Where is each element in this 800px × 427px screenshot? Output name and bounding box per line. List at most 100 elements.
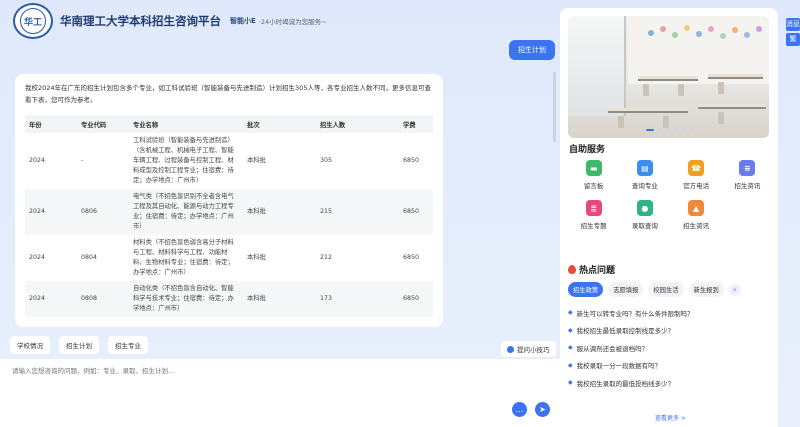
tab-policy[interactable]: 招生政策 [568, 282, 604, 297]
cell-name: 材料类（不招色盲色弱含高分子材料与工程、材料科学与工程、功能材料、生物材料专业；… [133, 239, 234, 276]
cell-batch: 本科批 [247, 295, 266, 302]
banner-chair [718, 112, 724, 124]
wall-decor [684, 25, 690, 31]
service-label: 招生资讯 [734, 182, 761, 190]
banner-chair [643, 84, 649, 96]
service-label: 查询专业 [631, 182, 658, 190]
hot-question[interactable]: ◆ 我校招生最低录取控制线是多少？ [568, 322, 768, 340]
banner-chair [618, 116, 624, 128]
cell-year: 2024 [29, 208, 46, 215]
cell-count: 305 [320, 157, 333, 164]
quick-majors[interactable]: 招生专业 [108, 336, 148, 354]
cell-year: 2024 [29, 295, 46, 302]
self-service-grid: ▬ 留言板 ▤ 查询专业 ☎ 官方电话 ≡ 招生资讯 ≣ 招生专题 ● 录取查询… [568, 160, 773, 230]
right-panel: 自助服务 ▬ 留言板 ▤ 查询专业 ☎ 官方电话 ≡ 招生资讯 ≣ 招生专题 ●… [560, 8, 778, 427]
platform-title: 华南理工大学本科招生咨询平台 [60, 14, 221, 28]
service-phone[interactable]: ☎ 官方电话 [671, 160, 722, 190]
hot-question[interactable]: ◆ 我校录取一分一段数据有吗？ [568, 357, 768, 375]
carousel-indicators [646, 129, 694, 131]
bullet-icon: ◆ [568, 309, 573, 317]
logo-text: 华工 [20, 8, 46, 34]
service-topic[interactable]: ≣ 招生专题 [568, 200, 619, 230]
table-row: 2024 0804 材料类（不招色盲色弱含高分子材料与工程、材料科学与工程、功能… [25, 235, 433, 281]
cell-fee: 6850 [403, 157, 420, 164]
service-label: 招生专题 [580, 222, 607, 230]
tab-application[interactable]: 志愿填报 [608, 282, 644, 297]
tips-button[interactable]: 提问小技巧 [501, 341, 556, 357]
question-text: 我校招生最低录取控制线是多少？ [576, 327, 675, 336]
phone-icon: ☎ [688, 160, 705, 176]
header-name: 专业名称 [129, 115, 243, 133]
campus-banner[interactable] [568, 16, 769, 138]
carousel-dot[interactable] [682, 129, 686, 131]
slogan: ·24小时竭诚为您服务~ [258, 18, 327, 26]
service-message-board[interactable]: ▬ 留言板 [568, 160, 619, 190]
service-label: 录取查询 [631, 222, 658, 230]
cell-code: 0808 [81, 295, 98, 302]
quick-school-info[interactable]: 学校情况 [10, 336, 50, 354]
hot-question[interactable]: ◆ 新生可以转专业吗？有什么条件限制吗？ [568, 304, 768, 322]
carousel-dot[interactable] [658, 129, 662, 131]
table-header-row: 年份 专业代码 专业名称 批次 招生人数 学费 [25, 115, 433, 133]
hot-tabs: 招生政策 志愿填报 校园生活 新生报到 » [568, 282, 741, 297]
hot-question[interactable]: ◆ 我校招生录取的最低投档线多少？ [568, 374, 768, 392]
table-row: 2024 0806 电气类（不招色盲识别不全者含电气工程及其自动化、能源与动力工… [25, 189, 433, 235]
topic-icon: ≣ [585, 200, 602, 216]
header-fee: 学费 [399, 115, 433, 133]
cell-count: 215 [320, 208, 333, 215]
wall-decor [660, 26, 666, 32]
banner-chair [663, 116, 669, 128]
carousel-dot[interactable] [666, 129, 670, 131]
header-year: 年份 [25, 115, 77, 133]
service-label: 官方电话 [683, 182, 710, 190]
cell-fee: 6850 [403, 295, 420, 302]
cell-fee: 6850 [403, 254, 420, 261]
hot-questions-header: 热点问题 [568, 263, 615, 276]
chat-area: 招生计划 我校2024年在广东的招生计划包含多个专业，如工科试验班（智能装备与先… [10, 32, 560, 338]
wall-decor [648, 30, 654, 36]
banner-table [608, 108, 688, 113]
carousel-dot[interactable] [690, 129, 694, 131]
wall-decor [708, 26, 714, 32]
tab-freshman[interactable]: 新生报到 [688, 282, 724, 297]
bullet-icon: ◆ [568, 379, 573, 387]
carousel-dot[interactable] [646, 129, 654, 131]
banner-table [708, 74, 763, 79]
news-icon: ≡ [739, 160, 756, 176]
user-message: 招生计划 [509, 40, 555, 60]
cell-code: 0804 [81, 254, 98, 261]
carousel-dot[interactable] [674, 129, 678, 131]
bot-answer: 我校2024年在广东的招生计划包含多个专业，如工科试验班（智能装备与先进制造）计… [15, 74, 443, 327]
banner-table [698, 104, 766, 109]
chevron-right-icon[interactable]: » [728, 283, 741, 296]
question-input[interactable] [12, 365, 492, 385]
chat-bubble-icon[interactable]: … [512, 402, 527, 417]
major-query-icon: ▤ [636, 160, 653, 176]
header-batch: 批次 [243, 115, 316, 133]
message-side-button[interactable]: 消息 [786, 18, 800, 31]
service-major-query[interactable]: ▤ 查询专业 [619, 160, 670, 190]
bullet-icon: ◆ [568, 326, 573, 334]
traditional-chinese-button[interactable]: 繁 [786, 33, 800, 46]
input-area [0, 359, 560, 427]
cell-code: - [81, 157, 84, 164]
service-news-2[interactable]: ▲ 招生资讯 [671, 200, 722, 230]
send-icon[interactable]: ➤ [535, 402, 550, 417]
table-row: 2024 - 工科试验班（智能装备与先进制造）（含机械工程、机械电子工程、智能车… [25, 133, 433, 189]
answer-intro: 我校2024年在广东的招生计划包含多个专业，如工科试验班（智能装备与先进制造）计… [25, 84, 431, 104]
view-more-link[interactable]: 查看更多 > [655, 413, 686, 422]
service-admission-query[interactable]: ● 录取查询 [619, 200, 670, 230]
cell-name: 工科试验班（智能装备与先进制造）（含机械工程、机械电子工程、智能车辆工程、过程装… [133, 137, 234, 184]
hot-question[interactable]: ◆ 服从调剂还会被退档吗？ [568, 339, 768, 357]
service-news[interactable]: ≡ 招生资讯 [722, 160, 773, 190]
wall-decor [744, 32, 750, 38]
hot-questions-title: 热点问题 [579, 266, 616, 276]
chat-scrollbar[interactable] [553, 72, 556, 142]
tab-campus-life[interactable]: 校园生活 [648, 282, 684, 297]
wall-decor [756, 26, 762, 32]
bullet-icon: ◆ [568, 344, 573, 352]
message-board-icon: ▬ [585, 160, 602, 176]
wall-decor [696, 31, 702, 37]
question-text: 我校录取一分一段数据有吗？ [576, 362, 662, 371]
quick-admission-plan[interactable]: 招生计划 [59, 336, 99, 354]
